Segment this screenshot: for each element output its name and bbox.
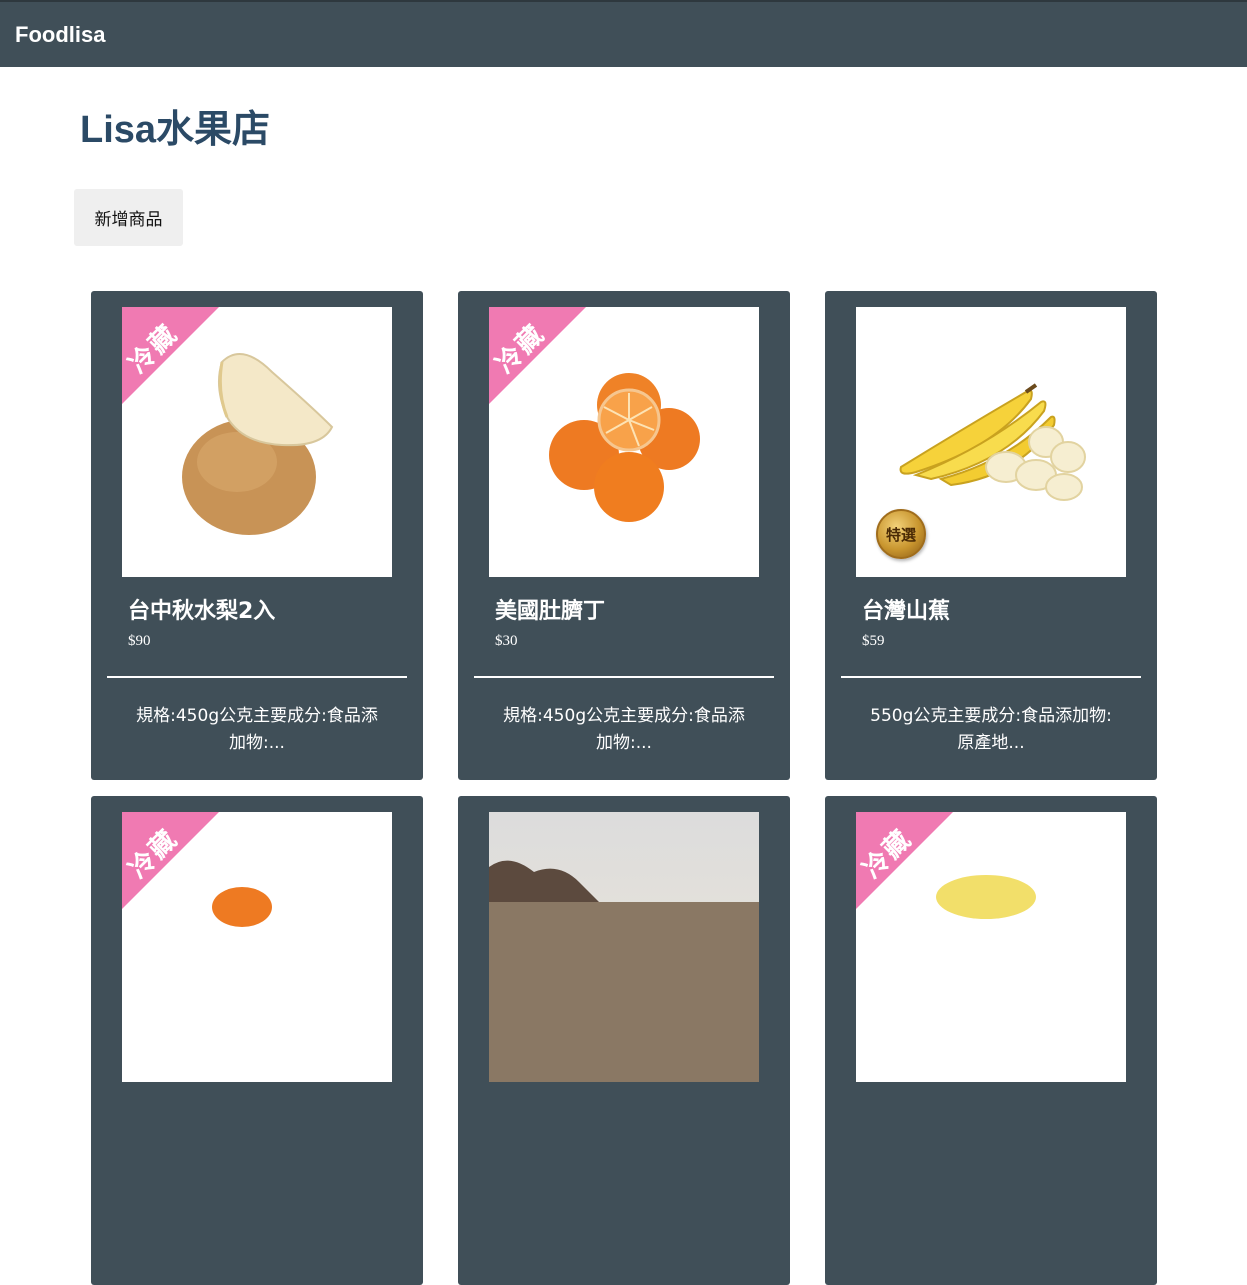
product-image[interactable]: 冷藏 <box>489 307 759 577</box>
card-divider <box>107 676 407 678</box>
product-description: 規格:450g公克主要成分:食品添加物:... <box>136 706 378 753</box>
product-image[interactable]: 冷藏 <box>122 307 392 577</box>
landscape-image <box>489 812 759 1082</box>
product-card[interactable]: 特選 台灣山蕉 $59 550g公克主要成分:食品添加物:原產地... <box>825 291 1157 780</box>
product-price: $59 <box>862 633 885 649</box>
product-card[interactable]: 冷藏 台中秋水梨2入 $90 規格:450g公克主要成分:食品添加物:... <box>91 291 423 780</box>
selected-badge-icon: 特選 <box>876 509 926 559</box>
product-card[interactable] <box>458 796 790 1285</box>
product-name: 台灣山蕉 <box>862 599 951 624</box>
card-divider <box>474 676 774 678</box>
product-description: 550g公克主要成分:食品添加物:原產地... <box>870 706 1112 753</box>
product-image[interactable] <box>489 812 759 1082</box>
product-description: 規格:450g公克主要成分:食品添加物:... <box>503 706 745 753</box>
product-price: $30 <box>495 633 518 649</box>
product-image[interactable]: 冷藏 <box>856 812 1126 1082</box>
product-card[interactable]: 冷藏 美國肚臍丁 $30 規格:450g公克主要成分:食品添加物:... <box>458 291 790 780</box>
product-name: 台中秋水梨2入 <box>128 599 276 624</box>
product-card[interactable]: 冷藏 <box>825 796 1157 1285</box>
product-card[interactable]: 冷藏 <box>91 796 423 1285</box>
navbar: Foodlisa <box>0 0 1247 67</box>
product-image[interactable]: 特選 <box>856 307 1126 577</box>
product-price: $90 <box>128 633 151 649</box>
add-product-button[interactable]: 新增商品 <box>74 189 183 246</box>
product-image[interactable]: 冷藏 <box>122 812 392 1082</box>
product-name: 美國肚臍丁 <box>495 599 606 624</box>
card-divider <box>841 676 1141 678</box>
page-title: Lisa水果店 <box>80 109 271 151</box>
brand-logo[interactable]: Foodlisa <box>15 22 105 48</box>
